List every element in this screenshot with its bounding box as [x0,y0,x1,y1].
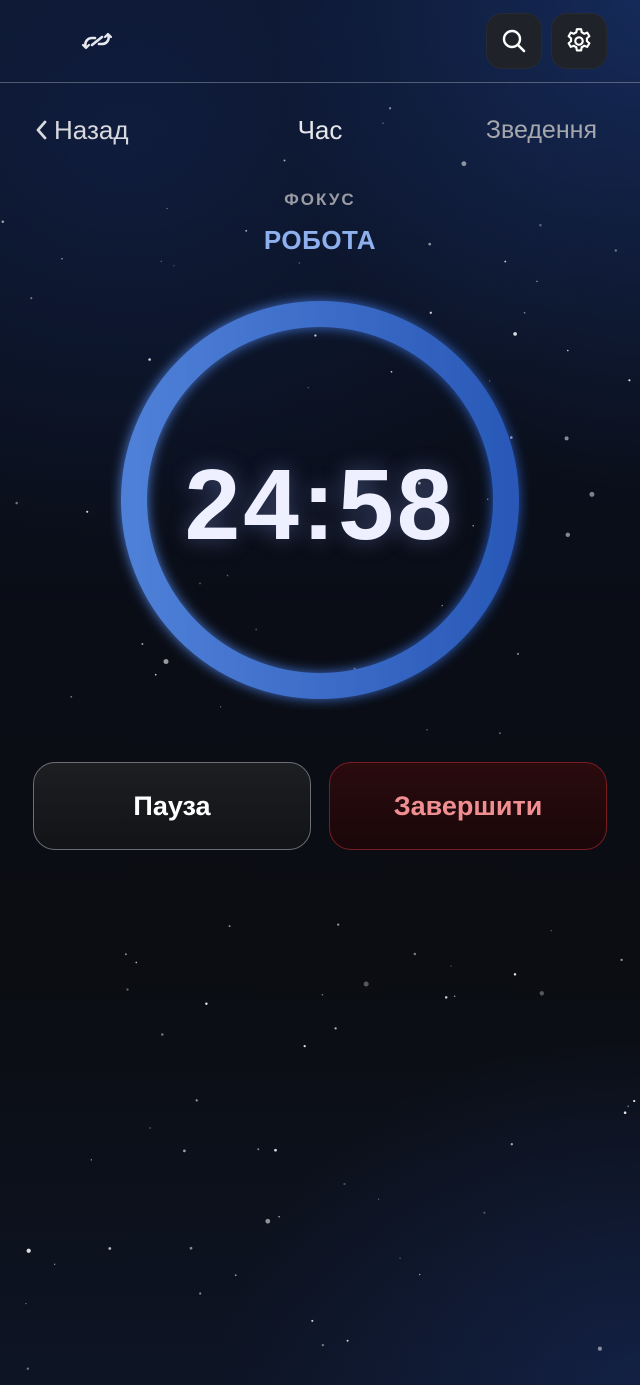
star [539,991,544,996]
gear-icon [567,28,591,52]
star [363,981,369,987]
star [70,695,73,698]
star [483,1211,486,1214]
star [337,923,340,926]
star [278,1215,280,1218]
link-sync-icon [81,32,113,50]
summary-link[interactable]: Зведення [486,110,597,150]
star [623,1111,627,1114]
star [399,1257,401,1259]
star [346,1339,349,1342]
star [633,1099,636,1103]
star [1,220,5,224]
star [195,1099,198,1102]
mode-value: РОБОТА [263,225,377,255]
timer-display: 24:58 [184,449,456,561]
star [257,1148,260,1151]
star [343,1182,346,1186]
star [54,1263,56,1265]
star [160,260,162,262]
star [450,965,452,967]
star [378,1198,380,1200]
star [298,262,301,264]
star [183,1149,186,1153]
pause-button[interactable]: Пауза [33,762,311,850]
star [149,1127,152,1129]
star [413,952,417,956]
star [108,1247,112,1250]
star [283,159,286,162]
settings-button[interactable] [551,13,607,69]
star [234,1274,237,1277]
star [303,1044,306,1048]
star [564,436,569,441]
star [205,1002,208,1006]
star [90,1159,92,1161]
star [444,996,448,999]
star [321,1343,325,1347]
search-icon [502,29,526,53]
star [321,993,324,996]
star [199,1292,202,1295]
star [334,1027,337,1030]
star [628,379,631,382]
star [627,1105,630,1108]
star [126,988,129,991]
star [173,265,175,267]
finish-button[interactable]: Завершити [329,762,607,850]
navigation-bar: Назад Час Зведення [0,110,640,150]
star [536,280,538,283]
star [311,1319,314,1322]
star [124,953,127,956]
mode-label: ФОКУС [284,190,356,209]
star [567,349,569,352]
star [135,961,138,964]
star [597,1346,602,1351]
star [25,1303,27,1305]
star [461,161,467,167]
star [161,1033,164,1036]
star [504,260,507,263]
star [61,258,63,260]
star [189,1246,193,1250]
star [265,1218,271,1224]
star [453,995,456,998]
star [498,732,501,735]
star [228,925,231,928]
star [620,958,623,962]
search-button[interactable] [486,13,542,69]
star [274,1148,277,1152]
star [26,1367,30,1371]
star [550,929,553,932]
star [26,1248,31,1253]
star [426,728,428,731]
star [510,1143,513,1146]
star [513,973,517,976]
star [419,1273,421,1276]
top-bar [0,0,640,83]
star [30,297,33,300]
